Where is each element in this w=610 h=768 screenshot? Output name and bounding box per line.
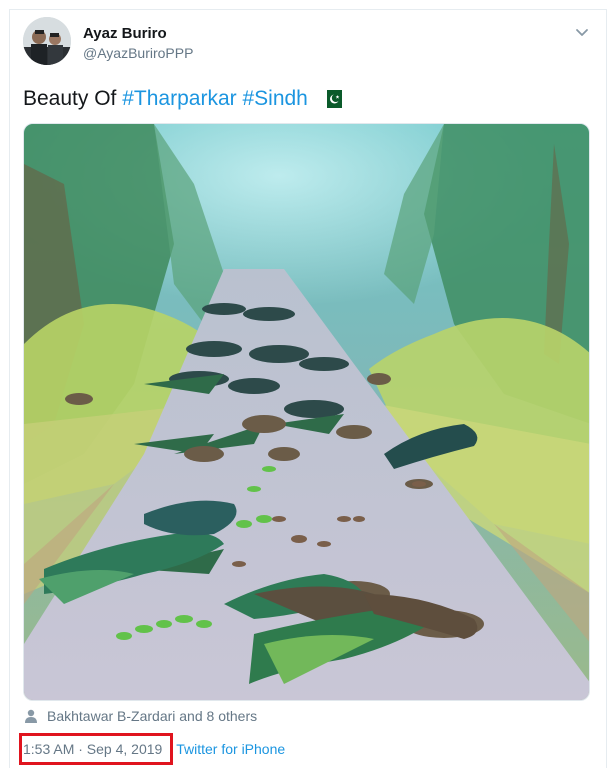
author-name[interactable]: Ayaz Buriro xyxy=(83,25,167,42)
avatar-image xyxy=(23,17,71,65)
liked-by-text: Bakhtawar B-Zardari and 8 others xyxy=(47,708,258,724)
tweet-text: Beauty Of #Tharparkar #Sindh xyxy=(23,87,342,111)
chevron-down-icon[interactable] xyxy=(574,24,590,40)
avatar[interactable] xyxy=(23,17,71,65)
tweet-client-link[interactable]: Twitter for iPhone xyxy=(176,741,285,757)
peacocks-on-road-image xyxy=(24,124,589,700)
tweet-photo[interactable] xyxy=(23,123,590,701)
person-icon xyxy=(25,709,37,723)
liked-by[interactable]: Bakhtawar B-Zardari and 8 others xyxy=(23,708,257,724)
hashtag-tharparkar[interactable]: #Tharparkar xyxy=(122,87,236,110)
author-handle[interactable]: @AyazBuriroPPP xyxy=(83,45,193,61)
tweet-text-plain: Beauty Of xyxy=(23,87,117,110)
timestamp-highlight-box xyxy=(19,733,173,765)
hashtag-sindh[interactable]: #Sindh xyxy=(242,87,307,110)
pakistan-flag-icon xyxy=(321,90,342,108)
